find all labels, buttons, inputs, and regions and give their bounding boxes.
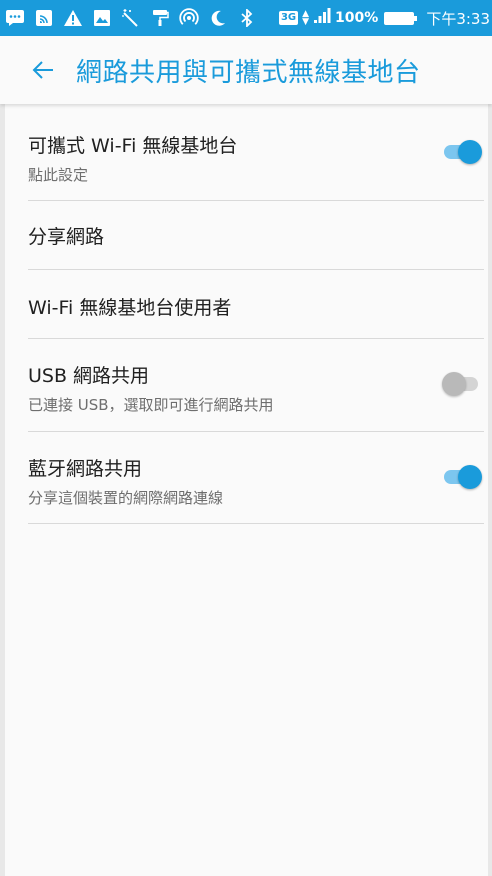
clock: 下午3:33 [426,9,490,28]
magic-wand-icon [120,7,142,29]
warning-icon [62,7,84,29]
back-button[interactable] [18,45,68,95]
usb-tethering-toggle[interactable] [442,372,482,396]
status-bar: 3G ▲ ▼ 100% 下午3:33 [0,0,492,36]
page-edge [0,0,5,876]
setting-usb-tethering[interactable]: USB 網路共用 已連接 USB，選取即可進行網路共用 [28,339,484,432]
hotspot-icon [178,7,200,29]
hotspot-toggle[interactable] [442,140,482,164]
image-icon [91,7,113,29]
setting-bluetooth-tethering[interactable]: 藍牙網路共用 分享這個裝置的網際網路連線 [28,432,484,524]
setting-subtitle: 點此設定 [28,166,89,184]
setting-title: USB 網路共用 [28,365,150,387]
bluetooth-tethering-toggle[interactable] [442,465,482,489]
battery-percent: 100% [335,10,379,26]
cast-icon [33,7,55,29]
settings-list: 可攜式 Wi-Fi 無線基地台 點此設定 分享網路 Wi-Fi 無線基地台使用者… [28,104,484,524]
paint-roller-icon [149,7,171,29]
setting-hotspot-users[interactable]: Wi-Fi 無線基地台使用者 [28,270,484,339]
setting-title: 藍牙網路共用 [28,458,143,480]
toggle-thumb [458,140,482,164]
setting-share-network[interactable]: 分享網路 [28,201,484,270]
moon-icon [207,7,229,29]
data-activity-icon: ▲ ▼ [302,9,310,27]
toggle-thumb [442,372,466,396]
network-type-badge: 3G [278,11,299,25]
chat-icon [4,7,26,29]
setting-portable-hotspot[interactable]: 可攜式 Wi-Fi 無線基地台 點此設定 [28,104,484,201]
toggle-thumb [458,465,482,489]
battery-icon [384,11,418,25]
arrow-back-icon [32,61,53,79]
bluetooth-icon [236,7,258,29]
page-title: 網路共用與可攜式無線基地台 [76,57,421,88]
signal-icon [313,8,331,28]
page-edge [488,0,492,876]
setting-title: Wi-Fi 無線基地台使用者 [28,297,232,319]
setting-subtitle: 已連接 USB，選取即可進行網路共用 [28,396,274,414]
setting-title: 可攜式 Wi-Fi 無線基地台 [28,135,238,157]
setting-title: 分享網路 [28,226,105,248]
setting-subtitle: 分享這個裝置的網際網路連線 [28,489,224,507]
app-bar: 網路共用與可攜式無線基地台 [0,36,492,104]
